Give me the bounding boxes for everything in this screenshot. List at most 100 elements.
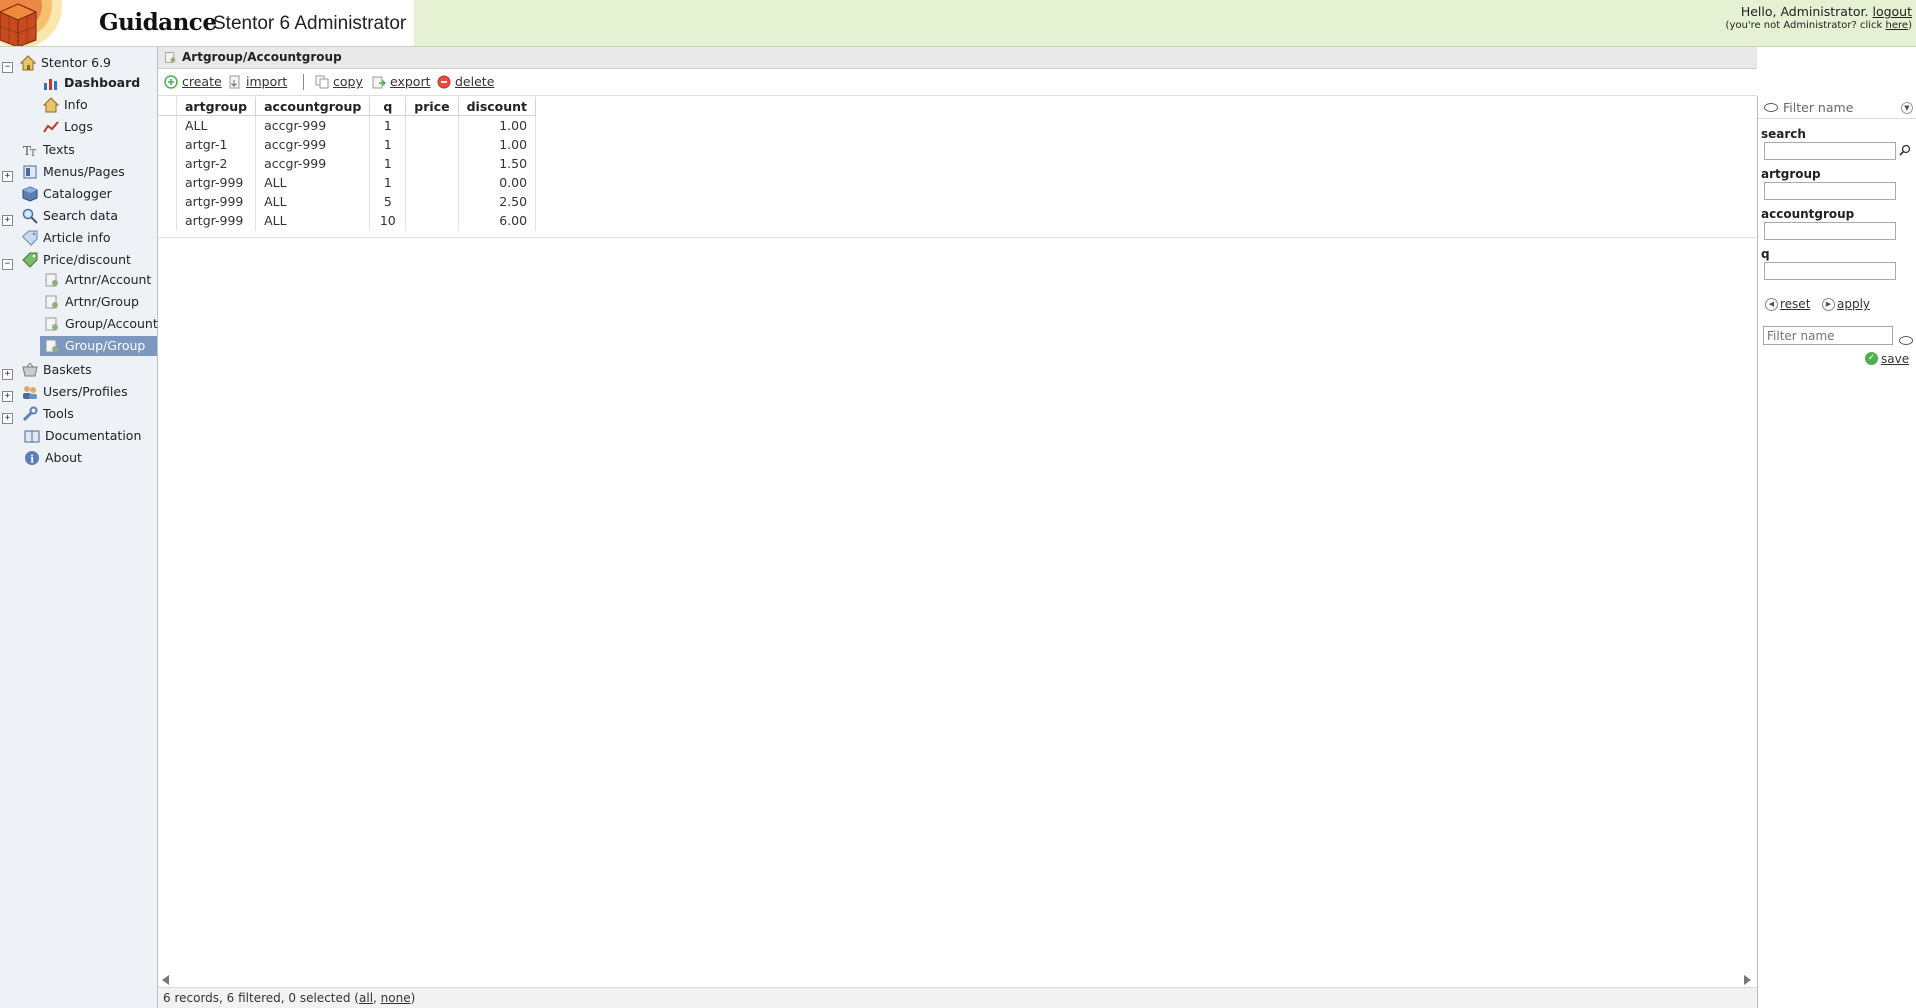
- sidebar-item-baskets[interactable]: Baskets: [22, 360, 92, 380]
- column-header-price[interactable]: price: [405, 97, 459, 116]
- cell-discount[interactable]: 2.50: [458, 192, 537, 211]
- cell-artgroup[interactable]: ALL: [176, 115, 257, 135]
- cell-discount[interactable]: 1.00: [458, 115, 537, 135]
- cell-accountgroup[interactable]: accgr-999: [255, 154, 371, 173]
- artgroup-input[interactable]: [1764, 182, 1896, 200]
- export-button[interactable]: export: [372, 74, 431, 90]
- row-selector[interactable]: [158, 192, 177, 211]
- import-button[interactable]: import: [228, 74, 287, 90]
- cell-accountgroup[interactable]: accgr-999: [255, 115, 371, 135]
- table-row[interactable]: ALL accgr-999 1 1.00: [158, 115, 537, 135]
- sidebar-item-group-group[interactable]: Group/Group: [40, 336, 157, 356]
- cell-price[interactable]: [405, 192, 459, 211]
- sidebar-item-artnr-account[interactable]: Artnr/Account: [44, 270, 151, 290]
- cell-price[interactable]: [405, 135, 459, 154]
- cell-artgroup[interactable]: artgr-2: [176, 154, 257, 173]
- cell-discount[interactable]: 1.50: [458, 154, 537, 173]
- expand-toggle[interactable]: +: [2, 413, 13, 424]
- cell-discount[interactable]: 6.00: [458, 211, 537, 230]
- sidebar-item-artnr-group[interactable]: Artnr/Group: [44, 292, 139, 312]
- eye-icon[interactable]: [1764, 103, 1778, 112]
- column-header-accountgroup[interactable]: accountgroup: [255, 97, 371, 116]
- sidebar-item-dashboard[interactable]: Dashboard: [43, 73, 140, 93]
- sidebar-item-documentation[interactable]: Documentation: [24, 426, 141, 446]
- table-row[interactable]: artgr-2 accgr-999 1 1.50: [158, 154, 537, 173]
- delete-button[interactable]: delete: [437, 74, 494, 90]
- save-filter-button[interactable]: ✓ save: [1865, 352, 1909, 366]
- cell-q[interactable]: 10: [369, 211, 407, 230]
- column-header-q[interactable]: q: [369, 97, 407, 116]
- collapse-toggle[interactable]: −: [2, 62, 13, 73]
- select-none-link[interactable]: none: [381, 991, 411, 1005]
- sidebar-item-article-info[interactable]: Article info: [22, 228, 111, 248]
- cell-artgroup[interactable]: artgr-999: [176, 211, 257, 230]
- sidebar-item-menus[interactable]: Menus/Pages: [22, 162, 125, 182]
- cell-accountgroup[interactable]: accgr-999: [255, 135, 371, 154]
- cell-price[interactable]: [405, 211, 459, 230]
- eye-icon[interactable]: [1899, 336, 1913, 345]
- column-header-discount[interactable]: discount: [458, 97, 537, 116]
- cell-accountgroup[interactable]: ALL: [255, 192, 371, 211]
- logout-link[interactable]: logout: [1872, 4, 1912, 19]
- cell-artgroup[interactable]: artgr-999: [176, 173, 257, 192]
- cell-q[interactable]: 1: [369, 115, 407, 135]
- horizontal-scrollbar[interactable]: [158, 973, 1757, 987]
- sidebar-item-price-discount[interactable]: Price/discount: [22, 250, 131, 270]
- expand-toggle[interactable]: +: [2, 369, 13, 380]
- cell-artgroup[interactable]: artgr-1: [176, 135, 257, 154]
- copy-button[interactable]: copy: [315, 74, 363, 90]
- row-selector[interactable]: [158, 173, 177, 192]
- sidebar-item-logs[interactable]: Logs: [43, 117, 93, 137]
- reset-button[interactable]: ◀ reset: [1765, 297, 1810, 311]
- sidebar-item-texts[interactable]: T T Texts: [22, 140, 75, 160]
- sidebar-item-users[interactable]: Users/Profiles: [22, 382, 128, 402]
- cell-artgroup[interactable]: artgr-999: [176, 192, 257, 211]
- cell-accountgroup[interactable]: ALL: [255, 211, 371, 230]
- expand-toggle[interactable]: +: [2, 171, 13, 182]
- cell-discount[interactable]: 1.00: [458, 135, 537, 154]
- doc-icon: [45, 273, 58, 286]
- column-header-artgroup[interactable]: artgroup: [176, 97, 257, 116]
- filter-name-input[interactable]: [1763, 326, 1893, 345]
- table-row[interactable]: artgr-999 ALL 5 2.50: [158, 192, 537, 211]
- sidebar-item-tools[interactable]: Tools: [22, 404, 74, 424]
- cell-q[interactable]: 1: [369, 154, 407, 173]
- app-header: Guidance Stentor 6 Administrator Hello, …: [0, 0, 1916, 47]
- row-selector[interactable]: [158, 211, 177, 230]
- row-selector[interactable]: [158, 135, 177, 154]
- table-row[interactable]: artgr-999 ALL 10 6.00: [158, 211, 537, 230]
- row-selector[interactable]: [158, 154, 177, 173]
- not-admin-suffix: ): [1908, 20, 1912, 31]
- cell-accountgroup[interactable]: ALL: [255, 173, 371, 192]
- expand-toggle[interactable]: +: [2, 391, 13, 402]
- sidebar-item-about[interactable]: i About: [24, 448, 82, 468]
- chevron-down-icon[interactable]: ▼: [1901, 102, 1913, 114]
- create-button[interactable]: create: [164, 74, 222, 90]
- sidebar-item-catalogger[interactable]: Catalogger: [22, 184, 112, 204]
- here-link[interactable]: here: [1886, 20, 1909, 31]
- row-selector[interactable]: [158, 115, 177, 135]
- scroll-left-icon[interactable]: [162, 975, 169, 985]
- accountgroup-input[interactable]: [1764, 222, 1896, 240]
- expand-toggle[interactable]: +: [2, 215, 13, 226]
- collapse-toggle[interactable]: −: [2, 259, 13, 270]
- table-row[interactable]: artgr-999 ALL 1 0.00: [158, 173, 537, 192]
- cell-price[interactable]: [405, 115, 459, 135]
- apply-button[interactable]: ▶ apply: [1822, 297, 1870, 311]
- sidebar-item-root[interactable]: Stentor 6.9: [20, 53, 111, 73]
- search-input[interactable]: [1764, 142, 1896, 160]
- cell-q[interactable]: 1: [369, 173, 407, 192]
- cell-q[interactable]: 5: [369, 192, 407, 211]
- table-row[interactable]: artgr-1 accgr-999 1 1.00: [158, 135, 537, 154]
- scroll-right-icon[interactable]: [1744, 975, 1751, 985]
- search-icon[interactable]: [1899, 144, 1911, 156]
- cell-price[interactable]: [405, 154, 459, 173]
- cell-price[interactable]: [405, 173, 459, 192]
- q-input[interactable]: [1764, 262, 1896, 280]
- sidebar-item-info[interactable]: Info: [43, 95, 88, 115]
- sidebar-item-group-account[interactable]: Group/Account: [44, 314, 158, 334]
- select-all-link[interactable]: all: [359, 991, 373, 1005]
- cell-q[interactable]: 1: [369, 135, 407, 154]
- cell-discount[interactable]: 0.00: [458, 173, 537, 192]
- sidebar-item-search-data[interactable]: Search data: [22, 206, 118, 226]
